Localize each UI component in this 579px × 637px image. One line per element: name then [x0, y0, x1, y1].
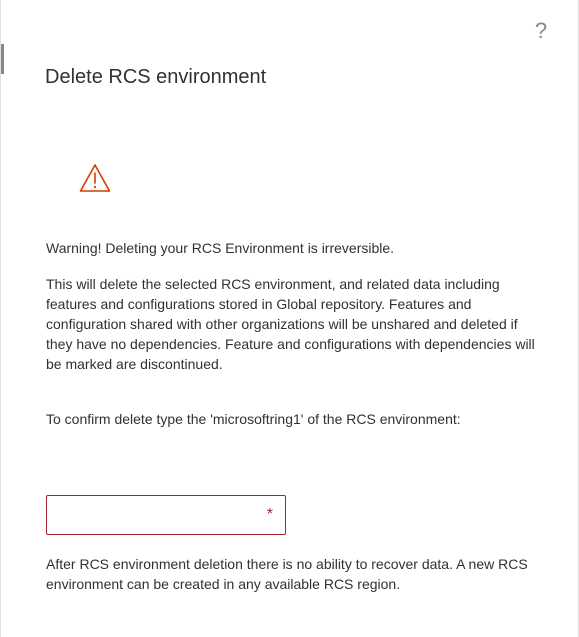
warning-triangle-icon [79, 163, 111, 193]
dialog-title: Delete RCS environment [45, 66, 267, 88]
confirm-name-input[interactable] [55, 496, 255, 534]
confirm-instruction: To confirm delete type the 'microsoftrin… [46, 411, 461, 427]
panel-edge-marker [1, 44, 4, 74]
after-deletion-note: After RCS environment deletion there is … [46, 556, 528, 592]
delete-environment-panel: ? Delete RCS environment Warning! Deleti… [0, 0, 579, 637]
required-indicator: * [266, 506, 273, 523]
warning-message: Warning! Deleting your RCS Environment i… [46, 240, 395, 256]
help-button[interactable]: ? [530, 16, 552, 46]
confirm-name-field[interactable]: * [46, 495, 286, 535]
deletion-description: This will delete the selected RCS enviro… [46, 276, 535, 372]
